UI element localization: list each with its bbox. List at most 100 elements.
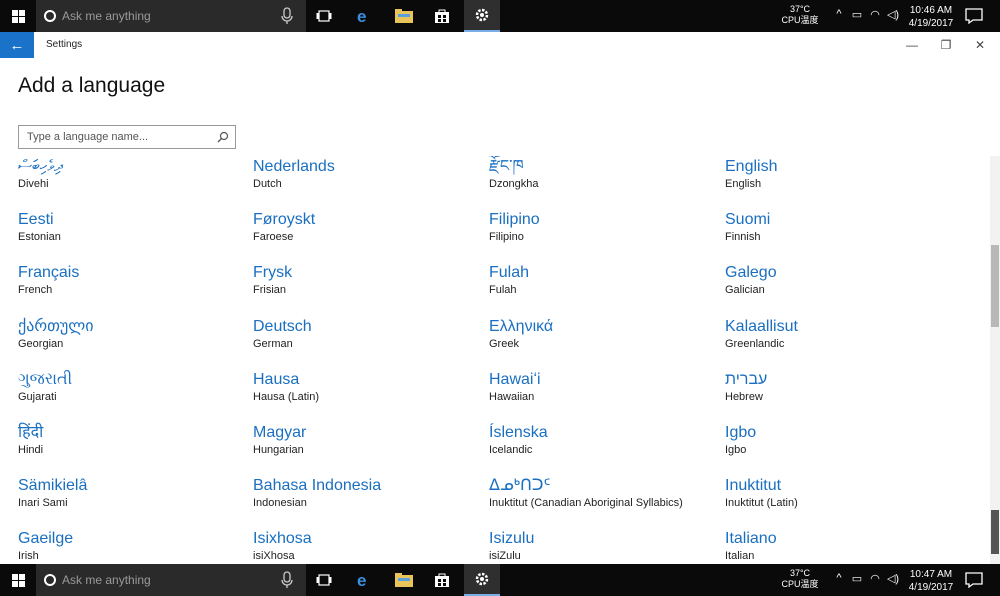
language-item[interactable]: Frysk Frisian xyxy=(253,263,483,297)
system-tray: ^ ▭ ◠ ◁) xyxy=(832,8,900,21)
language-native-name: Íslenska xyxy=(489,424,548,441)
language-native-name: हिंदी xyxy=(18,424,44,441)
language-english-name: Greek xyxy=(489,337,519,350)
maximize-button[interactable]: ❐ xyxy=(934,35,958,55)
clock[interactable]: 10:47 AM 4/19/2017 xyxy=(900,568,962,594)
language-item[interactable]: Isixhosa isiXhosa xyxy=(253,529,483,563)
store-icon xyxy=(435,573,449,587)
language-native-name: Hausa xyxy=(253,370,300,388)
language-english-name: Inuktitut (Latin) xyxy=(725,497,798,510)
scrollbar-track[interactable] xyxy=(990,156,1000,564)
language-item[interactable]: ދިވެހިބަސް Divehi xyxy=(18,157,248,191)
language-item[interactable]: עברית Hebrew xyxy=(725,370,955,404)
file-explorer-button[interactable] xyxy=(386,564,422,596)
language-item[interactable]: Sämikielâ Inari Sami xyxy=(18,476,248,510)
edge-button[interactable]: e xyxy=(346,0,382,32)
language-item[interactable]: ქართული Georgian xyxy=(18,317,248,351)
cpu-temp-tray[interactable]: 37°C CPU温度 xyxy=(770,568,830,590)
language-item[interactable]: Nederlands Dutch xyxy=(253,157,483,191)
language-native-name: Français xyxy=(18,264,80,282)
language-item[interactable]: Ελληνικά Greek xyxy=(489,317,719,351)
language-native-name: Isixhosa xyxy=(253,530,312,548)
taskbar-top: Ask me anything e 37°C CPU温度 ^ ▭ ◠ ◁) 10… xyxy=(0,0,1000,32)
language-item[interactable]: Føroyskt Faroese xyxy=(253,210,483,244)
language-item[interactable]: ᐃᓄᒃᑎᑐᑦ Inuktitut (Canadian Aboriginal Syl… xyxy=(489,476,719,510)
cortana-search-box[interactable]: Ask me anything xyxy=(36,564,306,596)
language-item[interactable]: Suomi Finnish xyxy=(725,210,955,244)
cortana-search-box[interactable]: Ask me anything xyxy=(36,0,306,32)
store-button[interactable] xyxy=(424,564,460,596)
language-native-name: Nederlands xyxy=(253,158,335,175)
language-item[interactable]: Igbo Igbo xyxy=(725,423,955,457)
clock[interactable]: 10:46 AM 4/19/2017 xyxy=(900,4,962,30)
language-item[interactable]: Fulah Fulah xyxy=(489,263,719,297)
language-item[interactable]: Filipino Filipino xyxy=(489,210,719,244)
language-item[interactable]: Kalaallisut Greenlandic xyxy=(725,317,955,351)
scrollbar-thumb[interactable] xyxy=(991,245,999,327)
start-button[interactable] xyxy=(0,0,36,32)
minimize-button[interactable]: — xyxy=(900,35,924,55)
language-item[interactable]: Magyar Hungarian xyxy=(253,423,483,457)
language-item[interactable]: Deutsch German xyxy=(253,317,483,351)
taskbar-bottom: Ask me anything e 37°C CPU温度 ^ ▭ ◠ ◁) 10… xyxy=(0,564,1000,596)
language-item[interactable]: Inuktitut Inuktitut (Latin) xyxy=(725,476,955,510)
close-icon: ✕ xyxy=(974,38,986,52)
volume-icon[interactable]: ◁) xyxy=(886,8,900,21)
cortana-icon xyxy=(44,10,56,22)
language-item[interactable]: Eesti Estonian xyxy=(18,210,248,244)
volume-icon[interactable]: ◁) xyxy=(886,572,900,585)
language-item[interactable]: Isizulu isiZulu xyxy=(489,529,719,563)
language-native-name: ދިވެހިބަސް xyxy=(18,158,63,175)
language-item[interactable]: Íslenska Icelandic xyxy=(489,423,719,457)
cpu-temp-label: CPU温度 xyxy=(781,579,819,589)
store-button[interactable] xyxy=(424,0,460,32)
file-explorer-button[interactable] xyxy=(386,0,422,32)
language-native-name: Hawaiʻi xyxy=(489,370,541,388)
close-button[interactable]: ✕ xyxy=(968,35,992,55)
settings-taskbar-button[interactable] xyxy=(464,0,500,32)
system-tray: ^ ▭ ◠ ◁) xyxy=(832,572,900,585)
language-english-name: Indonesian xyxy=(253,497,307,510)
wifi-icon[interactable]: ◠ xyxy=(868,572,882,585)
language-search-input[interactable]: Type a language name... xyxy=(18,125,236,149)
settings-taskbar-button[interactable] xyxy=(464,564,500,596)
language-native-name: ქართული xyxy=(18,317,94,335)
chevron-up-icon[interactable]: ^ xyxy=(832,572,846,585)
search-icon[interactable] xyxy=(217,131,229,143)
back-arrow-icon: ← xyxy=(9,36,25,54)
microphone-icon[interactable] xyxy=(280,571,294,589)
battery-icon[interactable]: ▭ xyxy=(850,8,864,21)
language-item[interactable]: Bahasa Indonesia Indonesian xyxy=(253,476,483,510)
scrollbar-handle[interactable] xyxy=(991,510,999,554)
language-item[interactable]: Hausa Hausa (Latin) xyxy=(253,370,483,404)
language-item[interactable]: English English xyxy=(725,157,955,191)
language-item[interactable]: Italiano Italian xyxy=(725,529,955,563)
microphone-icon[interactable] xyxy=(280,7,294,25)
edge-button[interactable]: e xyxy=(346,564,382,596)
language-item[interactable]: Hawaiʻi Hawaiian xyxy=(489,370,719,404)
language-item[interactable]: Gaeilge Irish xyxy=(18,529,248,563)
language-item[interactable]: རྫོང་ཁ Dzongkha xyxy=(489,157,719,191)
start-button[interactable] xyxy=(0,564,36,596)
chevron-up-icon[interactable]: ^ xyxy=(832,8,846,21)
language-english-name: isiXhosa xyxy=(253,550,295,563)
language-native-name: Sämikielâ xyxy=(18,477,88,495)
notification-icon[interactable] xyxy=(964,571,984,589)
language-english-name: Greenlandic xyxy=(725,337,785,350)
cpu-temp-value: 37°C xyxy=(789,4,811,14)
back-button[interactable]: ← xyxy=(0,32,34,58)
language-item[interactable]: Français French xyxy=(18,263,248,297)
language-item[interactable]: हिंदी Hindi xyxy=(18,423,248,457)
notification-icon[interactable] xyxy=(964,7,984,25)
wifi-icon[interactable]: ◠ xyxy=(868,8,882,21)
language-item[interactable]: ગુજરાતી Gujarati xyxy=(18,370,248,404)
battery-icon[interactable]: ▭ xyxy=(850,572,864,585)
language-english-name: Hawaiian xyxy=(489,390,535,403)
task-view-button[interactable] xyxy=(306,564,342,596)
task-view-button[interactable] xyxy=(306,0,342,32)
language-item[interactable]: Galego Galician xyxy=(725,263,955,297)
cpu-temp-tray[interactable]: 37°C CPU温度 xyxy=(770,4,830,26)
language-native-name: Føroyskt xyxy=(253,211,316,229)
language-english-name: Hausa (Latin) xyxy=(253,390,320,403)
language-native-name: Igbo xyxy=(725,424,757,441)
